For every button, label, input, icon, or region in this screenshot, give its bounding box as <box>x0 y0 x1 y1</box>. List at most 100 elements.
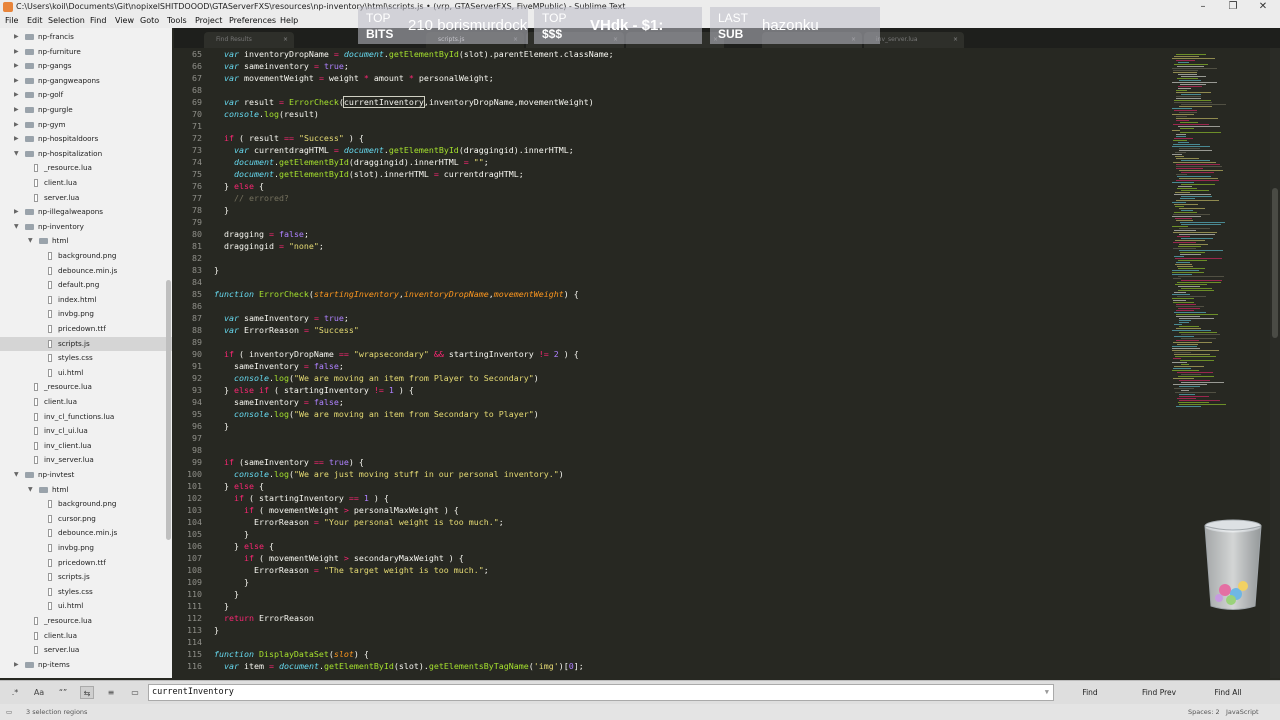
code-line[interactable]: 92 console.log("We are moving an item fr… <box>174 372 1170 384</box>
code-line[interactable]: 93 } else if ( startingInventory != 1 ) … <box>174 384 1170 396</box>
folder-item[interactable]: ▶ np-items <box>0 658 172 672</box>
menu-tools[interactable]: Tools <box>167 14 187 28</box>
menu-help[interactable]: Help <box>280 14 298 28</box>
code-line[interactable]: 89 <box>174 336 1170 348</box>
code-line[interactable]: 108 ErrorReason = "The target weight is … <box>174 564 1170 576</box>
close-icon[interactable]: × <box>851 32 856 48</box>
code-line[interactable]: 106 } else { <box>174 540 1170 552</box>
file-item[interactable]: scripts.js <box>0 336 172 351</box>
history-dropdown-icon[interactable]: ▼ <box>1045 685 1049 700</box>
code-line[interactable]: 68 <box>174 84 1170 96</box>
file-item[interactable]: _resource.lua <box>0 161 172 175</box>
regex-icon[interactable]: .* <box>8 686 22 699</box>
file-item[interactable]: debounce.min.js <box>0 264 172 278</box>
code-line[interactable]: 90 if ( inventoryDropName == "wrapsecond… <box>174 348 1170 360</box>
tab-item[interactable]: × <box>626 32 724 48</box>
find-button[interactable]: Find <box>1059 684 1121 701</box>
chevron-down-icon[interactable]: ▼ <box>14 220 22 234</box>
code-line[interactable]: 84 <box>174 276 1170 288</box>
menu-view[interactable]: View <box>115 14 134 28</box>
code-line[interactable]: 116 var item = document.getElementById(s… <box>174 660 1170 672</box>
code-line[interactable]: 86 <box>174 300 1170 312</box>
code-line[interactable]: 75 document.getElementById(slot).innerHT… <box>174 168 1170 180</box>
chevron-down-icon[interactable]: ▼ <box>28 483 36 497</box>
syntax-setting[interactable]: JavaScript <box>1226 704 1259 720</box>
code-line[interactable]: 82 <box>174 252 1170 264</box>
file-item[interactable]: client.lua <box>0 176 172 190</box>
code-line[interactable]: 69 var result = ErrorCheck(currentInvent… <box>174 96 1170 108</box>
chevron-right-icon[interactable]: ▶ <box>14 118 22 132</box>
folder-item[interactable]: ▶ np-gangs <box>0 59 172 73</box>
file-item[interactable]: cursor.png <box>0 512 172 526</box>
code-line[interactable]: 67 var movementWeight = weight * amount … <box>174 72 1170 84</box>
menu-edit[interactable]: Edit <box>27 14 43 28</box>
highlight-icon[interactable]: ▭ <box>128 686 142 699</box>
code-line[interactable]: 83} <box>174 264 1170 276</box>
tab-item[interactable]: × <box>526 32 624 48</box>
folder-item[interactable]: ▼ html <box>0 234 172 248</box>
code-editor[interactable]: 65 var inventoryDropName = document.getE… <box>174 48 1170 678</box>
file-item[interactable]: _resource.lua <box>0 614 172 628</box>
sidebar-scrollbar[interactable] <box>166 280 171 540</box>
code-line[interactable]: 110 } <box>174 588 1170 600</box>
indentation-setting[interactable]: Spaces: 2 <box>1188 704 1220 720</box>
code-line[interactable]: 95 console.log("We are moving an item fr… <box>174 408 1170 420</box>
menu-preferences[interactable]: Preferences <box>229 14 276 28</box>
file-item[interactable]: debounce.min.js <box>0 526 172 540</box>
find-prev-button[interactable]: Find Prev <box>1128 684 1190 701</box>
file-item[interactable]: server.lua <box>0 643 172 657</box>
chevron-right-icon[interactable]: ▶ <box>14 59 22 73</box>
close-icon[interactable]: × <box>953 32 958 48</box>
file-item[interactable]: ui.html <box>0 366 172 380</box>
close-button[interactable]: ✕ <box>1248 0 1278 14</box>
file-item[interactable]: inv_cl_ui.lua <box>0 424 172 438</box>
chevron-down-icon[interactable]: ▼ <box>14 468 22 482</box>
code-line[interactable]: 77 // errored? <box>174 192 1170 204</box>
folder-item[interactable]: ▼ np-hospitalization <box>0 147 172 161</box>
menu-selection[interactable]: Selection <box>48 14 85 28</box>
code-line[interactable]: 115 function DisplayDataSet(slot) { <box>174 648 1170 660</box>
folder-item[interactable]: ▼ html <box>0 483 172 497</box>
recycle-bin-icon[interactable] <box>1203 518 1263 613</box>
tab-find-results[interactable]: Find Results × <box>204 32 294 48</box>
code-line[interactable]: 65 var inventoryDropName = document.getE… <box>174 48 1170 60</box>
tab-scripts-js[interactable]: scripts.js × <box>426 32 524 48</box>
file-item[interactable]: styles.css <box>0 351 172 365</box>
folder-item[interactable]: ▶ np-gangweapons <box>0 74 172 88</box>
code-line[interactable]: 72 if ( result == "Success" ) { <box>174 132 1170 144</box>
code-line[interactable]: 103 if ( movementWeight > personalMaxWei… <box>174 504 1170 516</box>
file-item[interactable]: server.lua <box>0 191 172 205</box>
folder-item[interactable]: ▶ np-francis <box>0 30 172 44</box>
find-input[interactable]: currentInventory ▼ <box>148 684 1054 701</box>
code-line[interactable]: 100 console.log("We are just moving stuf… <box>174 468 1170 480</box>
code-line[interactable]: 80 dragging = false; <box>174 228 1170 240</box>
chevron-right-icon[interactable]: ▶ <box>14 103 22 117</box>
code-line[interactable]: 98 <box>174 444 1170 456</box>
file-item[interactable]: pricedown.ttf <box>0 556 172 570</box>
code-line[interactable]: 107 if ( movementWeight > secondaryMaxWe… <box>174 552 1170 564</box>
code-line[interactable]: 104 ErrorReason = "Your personal weight … <box>174 516 1170 528</box>
tab-item[interactable]: × <box>762 32 862 48</box>
case-icon[interactable]: Aa <box>32 686 46 699</box>
code-line[interactable]: 109 } <box>174 576 1170 588</box>
scrollbar-thumb[interactable] <box>1272 188 1278 338</box>
code-line[interactable]: 102 if ( startingInventory == 1 ) { <box>174 492 1170 504</box>
code-line[interactable]: 74 document.getElementById(draggingid).i… <box>174 156 1170 168</box>
code-line[interactable]: 79 <box>174 216 1170 228</box>
code-line[interactable]: 66 var sameinventory = true; <box>174 60 1170 72</box>
code-line[interactable]: 87 var sameInventory = true; <box>174 312 1170 324</box>
code-line[interactable]: 96 } <box>174 420 1170 432</box>
in-selection-icon[interactable]: ≡ <box>104 686 118 699</box>
code-line[interactable]: 105 } <box>174 528 1170 540</box>
menu-find[interactable]: Find <box>90 14 106 28</box>
minimize-button[interactable]: – <box>1188 0 1218 14</box>
code-line[interactable]: 99 if (sameInventory == true) { <box>174 456 1170 468</box>
file-item[interactable]: invbg.png <box>0 307 172 321</box>
file-item[interactable]: background.png <box>0 497 172 511</box>
folder-item[interactable]: ▶ np-furniture <box>0 45 172 59</box>
whole-word-icon[interactable]: “” <box>56 686 70 699</box>
folder-item[interactable]: ▼ np-invtest <box>0 468 172 482</box>
chevron-down-icon[interactable]: ▼ <box>28 234 36 248</box>
close-icon[interactable]: × <box>613 32 618 48</box>
file-item[interactable]: scripts.js <box>0 570 172 584</box>
